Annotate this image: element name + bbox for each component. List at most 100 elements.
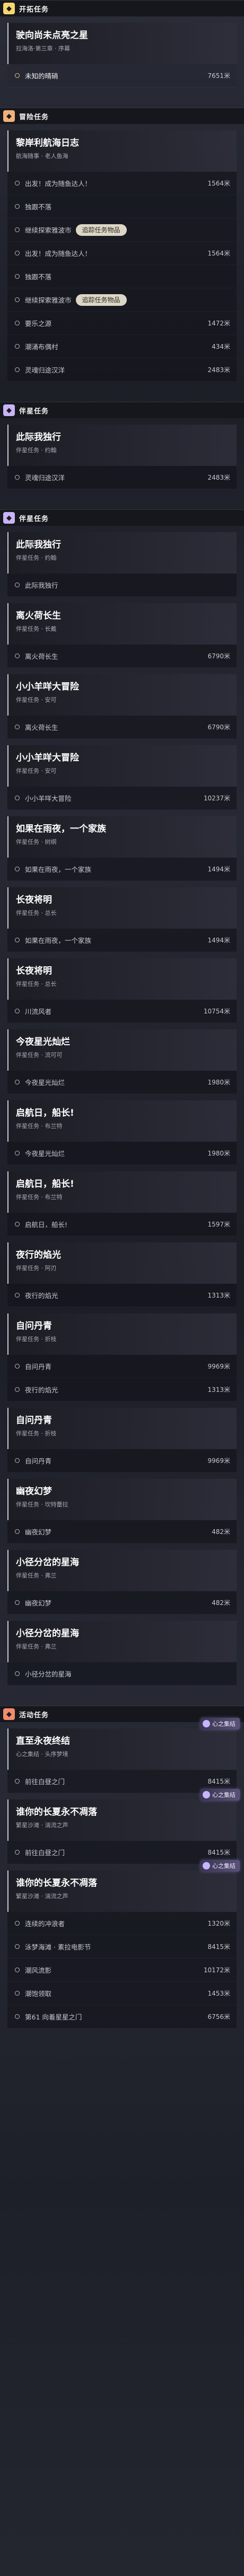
objective-row[interactable]: 如果在雨夜，一个家族 1494米 <box>7 858 237 881</box>
objective-row[interactable]: 夜行的焰光 1313米 <box>7 1378 237 1401</box>
objective-distance: 6756米 <box>207 2013 230 2021</box>
objective-row[interactable]: 离火荷长生 6790米 <box>7 716 237 739</box>
track-item-button[interactable]: 追踪任务物品 <box>75 224 127 236</box>
quest-subtitle: 伴星任务 · 总长 <box>16 981 57 987</box>
quest-card[interactable]: 今夜星光灿烂 伴星任务 · 流可可 <box>7 1029 237 1071</box>
objective-bullet-icon <box>15 1080 20 1084</box>
quest-card[interactable]: 启航日，船长! 伴星任务 · 布兰特 <box>7 1100 237 1142</box>
objective-distance: 6790米 <box>207 652 230 660</box>
objective-row[interactable]: 独跟不落 <box>7 195 237 218</box>
objective-row[interactable]: 自问丹青 9969米 <box>7 1449 237 1472</box>
heart-icon <box>203 1862 210 1869</box>
objective-text: 启航日，船长! <box>25 1221 68 1229</box>
quest-gap <box>0 668 244 674</box>
objective-distance: 1453米 <box>207 1990 230 1997</box>
objective-row[interactable]: 潮涌布偶村 434米 <box>7 335 237 358</box>
quest-gap <box>0 1023 244 1029</box>
objective-text: 夜行的焰光 <box>25 1292 58 1300</box>
objective-text: 幽夜幻梦 <box>25 1528 52 1536</box>
section-companion2: ◆ 伴星任务 此际我独行 伴星任务 · 约翰 此际我独行 离火荷长生 伴星任务 · 长戴 离火… <box>0 509 244 1706</box>
objective-text: 潮风流影 <box>25 1966 52 1974</box>
objective-row[interactable]: 今夜星光灿烂 1980米 <box>7 1071 237 1094</box>
section-header[interactable]: ◆ 伴星任务 <box>0 509 244 526</box>
quest-card[interactable]: 自问丹青 伴星任务 · 折枝 <box>7 1313 237 1355</box>
objective-row[interactable]: 自问丹青 9969米 <box>7 1355 237 1378</box>
objective-bullet-icon <box>15 1222 20 1227</box>
objective-row[interactable]: 灵魂归途汉洋 2483米 <box>7 358 237 382</box>
quest-title: 小径分岔的星海 <box>16 1628 79 1639</box>
objective-bullet-icon <box>15 1009 20 1013</box>
quest-card[interactable]: 此际我独行 伴星任务 · 约翰 <box>7 532 237 574</box>
objective-row[interactable]: 潮风流影 10172米 <box>7 1959 237 1982</box>
section-header[interactable]: ◆ 冒险任务 <box>0 108 244 124</box>
quest-card[interactable]: 小径分岔的星海 伴星任务 · 弗兰 <box>7 1621 237 1662</box>
quest-card[interactable]: 离火荷长生 伴星任务 · 长戴 <box>7 603 237 645</box>
objective-row[interactable]: 幽夜幻梦 482米 <box>7 1591 237 1615</box>
objective-row[interactable]: 夜行的焰光 1313米 <box>7 1284 237 1307</box>
objective-row[interactable]: 潮饱领取 1453米 <box>7 1982 237 2005</box>
objective-distance: 1564米 <box>207 250 230 257</box>
objective-bullet-icon <box>15 475 20 480</box>
objective-row[interactable]: 连续的冲浪者 1320米 <box>7 1912 237 1935</box>
quest-card[interactable]: 如果在雨夜，一个家族 伴星任务 · 树纲 <box>7 816 237 858</box>
quest-subtitle: 伴星任务 · 约翰 <box>16 447 57 454</box>
objective-distance: 1597米 <box>207 1221 230 1228</box>
quest-card[interactable]: 幽夜幻梦 伴星任务 · 坎特蕾拉 <box>7 1479 237 1520</box>
objective-row[interactable]: 今夜星光灿烂 1980米 <box>7 1142 237 1165</box>
objective-distance: 7651米 <box>207 72 230 80</box>
objective-row[interactable]: 未知的晴硝 7651米 <box>7 64 237 87</box>
objective-row[interactable]: 此际我独行 <box>7 574 237 597</box>
quest-title: 长夜将明 <box>16 895 52 905</box>
objective-row[interactable]: 灵魂归途汉洋 2483米 <box>7 466 237 489</box>
objective-row[interactable]: 启航日，船长! 1597米 <box>7 1213 237 1236</box>
quest-card[interactable]: 谁你的长夏永不凋落 繁星沙滩 · 湍流之声 心之集结 <box>7 1860 240 1912</box>
objective-row[interactable]: 继续探索雅波市 追踪任务物品 <box>7 218 237 242</box>
quest-card[interactable]: 直至永夜终结 心之集结 · 头序梦境 心之集结 <box>7 1718 240 1770</box>
objective-row[interactable]: 要乐之源 1472米 <box>7 312 237 335</box>
quest-subtitle: 伴星任务 · 长戴 <box>16 625 57 632</box>
objective-row[interactable]: 继续探索雅波市 追踪任务物品 <box>7 288 237 312</box>
objective-row[interactable]: 如果在雨夜，一个家族 1494米 <box>7 929 237 952</box>
section-header[interactable]: ◆ 伴星任务 <box>0 402 244 418</box>
objective-row[interactable]: 出发！成为随鱼达人！ 1564米 <box>7 242 237 265</box>
quest-card[interactable]: 小小羊咩大冒险 伴星任务 · 安可 <box>7 674 237 716</box>
objective-bullet-icon <box>15 1779 20 1784</box>
quest-gap <box>0 124 244 130</box>
objective-text: 独跟不落 <box>25 273 52 281</box>
quest-subtitle: 伴星任务 · 弗兰 <box>16 1572 57 1579</box>
objective-row[interactable]: 泳梦海滩 · 素拉电影节 8415米 <box>7 1935 237 1959</box>
objective-bullet-icon <box>15 73 20 78</box>
objective-row[interactable]: 第61 向着星星之门 6756米 <box>7 2005 237 2028</box>
objective-row[interactable]: 离火荷长生 6790米 <box>7 645 237 668</box>
quest-title: 今夜星光灿烂 <box>16 1037 70 1047</box>
objective-bullet-icon <box>15 297 20 302</box>
objective-text: 灵魂归途汉洋 <box>25 474 65 482</box>
quest-card[interactable]: 黎岸利航海日志 航海随事 · 老人鱼海 <box>7 130 237 172</box>
quest-card[interactable]: 长夜将明 伴星任务 · 总长 <box>7 887 237 929</box>
objective-bullet-icon <box>15 1921 20 1926</box>
quest-card[interactable]: 长夜将明 伴星任务 · 总长 <box>7 958 237 1000</box>
quest-card[interactable]: 小小羊咩大冒险 伴星任务 · 安可 <box>7 745 237 787</box>
objective-bullet-icon <box>15 204 20 209</box>
objective-bullet-icon <box>15 344 20 349</box>
objective-row[interactable]: 幽夜幻梦 482米 <box>7 1520 237 1543</box>
section-header[interactable]: ◆ 开拓任务 <box>0 0 244 16</box>
quest-card[interactable]: 自问丹青 伴星任务 · 折枝 <box>7 1408 237 1449</box>
quest-card[interactable]: 驶向尚未点亮之星 拉海洛·第三章 · 序幕 <box>7 23 237 64</box>
objective-row[interactable]: 川流风者 10754米 <box>7 1000 237 1023</box>
section-title: 冒险任务 <box>19 113 49 121</box>
track-item-button[interactable]: 追踪任务物品 <box>75 294 127 306</box>
objective-bullet-icon <box>15 796 20 800</box>
objective-row[interactable]: 独跟不落 <box>7 265 237 288</box>
quest-card[interactable]: 此际我独行 伴星任务 · 约翰 <box>7 425 237 466</box>
quest-card[interactable]: 小径分岔的星海 伴星任务 · 弗兰 <box>7 1550 237 1591</box>
quest-card[interactable]: 谁你的长夏永不凋落 繁星沙滩 · 湍流之声 心之集结 <box>7 1789 240 1841</box>
objective-text: 小径分岔的星海 <box>25 1670 72 1678</box>
objective-row[interactable]: 小径分岔的星海 <box>7 1662 237 1686</box>
objective-row[interactable]: 小小羊咩大冒险 10237米 <box>7 787 237 810</box>
objective-row[interactable]: 出发！成为随鱼达人！ 1564米 <box>7 172 237 195</box>
quest-card[interactable]: 启航日，船长! 伴星任务 · 布兰特 <box>7 1171 237 1213</box>
quest-card[interactable]: 夜行的焰光 伴星任务 · 阿刃 <box>7 1242 237 1284</box>
